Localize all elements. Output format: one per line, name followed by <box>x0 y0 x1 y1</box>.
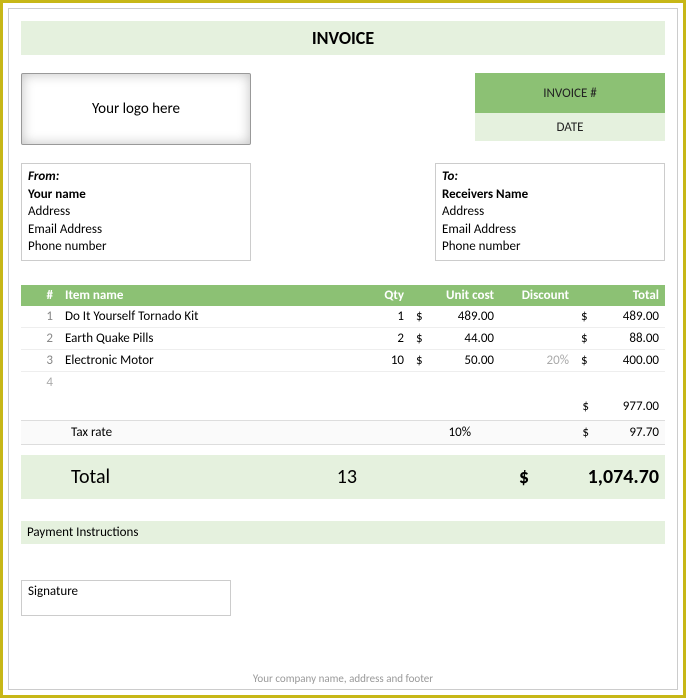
invoice-meta: INVOICE # DATE <box>475 73 665 145</box>
table-row: 1Do It Yourself Tornado Kit1$489.00$489.… <box>21 306 665 328</box>
from-box: From: Your name Address Email Address Ph… <box>21 163 251 261</box>
row-unit: $50.00 <box>410 349 500 371</box>
tax-currency: $ <box>555 425 589 440</box>
row-item: Earth Quake Pills <box>59 327 360 349</box>
from-address: Address <box>28 203 244 221</box>
table-row: 2Earth Quake Pills2$44.00$88.00 <box>21 327 665 349</box>
grand-total-row: Total 13 $ 1,074.70 <box>21 455 665 499</box>
col-discount: Discount <box>500 285 575 306</box>
to-box: To: Receivers Name Address Email Address… <box>435 163 665 261</box>
page: INVOICE Your logo here INVOICE # DATE Fr… <box>8 8 678 690</box>
from-heading: From: <box>28 168 244 186</box>
tax-row: Tax rate 10% $ 97.70 <box>21 420 665 445</box>
row-unit: $44.00 <box>410 327 500 349</box>
row-num: 1 <box>21 306 59 328</box>
col-qty: Qty <box>360 285 410 306</box>
grand-total-label: Total <box>27 465 267 489</box>
subtotal-row: $ 977.00 <box>21 393 665 420</box>
to-heading: To: <box>442 168 658 186</box>
to-address: Address <box>442 203 658 221</box>
row-num: 3 <box>21 349 59 371</box>
grand-total-currency: $ <box>479 465 529 489</box>
col-num: # <box>21 285 59 306</box>
tax-label: Tax rate <box>27 425 267 440</box>
row-total: $489.00 <box>575 306 665 328</box>
invoice-date-label: DATE <box>475 113 665 141</box>
table-row-empty: 4 <box>21 371 665 393</box>
logo-placeholder: Your logo here <box>21 73 251 145</box>
to-phone: Phone number <box>442 238 658 256</box>
to-email: Email Address <box>442 221 658 239</box>
subtotal-currency: $ <box>555 399 589 414</box>
from-phone: Phone number <box>28 238 244 256</box>
row-discount: 20% <box>500 349 575 371</box>
address-row: From: Your name Address Email Address Ph… <box>21 163 665 261</box>
page-footer: Your company name, address and footer <box>9 672 677 685</box>
row-qty: 2 <box>360 327 410 349</box>
row-discount <box>500 306 575 328</box>
grand-total-qty: 13 <box>267 465 357 489</box>
col-item: Item name <box>59 285 360 306</box>
to-name: Receivers Name <box>442 186 658 204</box>
tax-value: 97.70 <box>589 425 659 440</box>
signature-box: Signature <box>21 580 231 616</box>
row-total: $88.00 <box>575 327 665 349</box>
row-num: 2 <box>21 327 59 349</box>
row-discount <box>500 327 575 349</box>
row-total: $400.00 <box>575 349 665 371</box>
invoice-number-label: INVOICE # <box>475 73 665 113</box>
row-item: Do It Yourself Tornado Kit <box>59 306 360 328</box>
tax-rate: 10% <box>267 425 555 440</box>
items-header-row: # Item name Qty Unit cost Discount Total <box>21 285 665 306</box>
col-unit: Unit cost <box>410 285 500 306</box>
header-row: Your logo here INVOICE # DATE <box>21 73 665 145</box>
row-item: Electronic Motor <box>59 349 360 371</box>
document-title: INVOICE <box>21 21 665 55</box>
subtotal-value: 977.00 <box>589 399 659 414</box>
row-unit: $489.00 <box>410 306 500 328</box>
grand-total-value: 1,074.70 <box>529 465 659 489</box>
row-qty: 1 <box>360 306 410 328</box>
from-name: Your name <box>28 186 244 204</box>
from-email: Email Address <box>28 221 244 239</box>
col-total: Total <box>575 285 665 306</box>
page-border: INVOICE Your logo here INVOICE # DATE Fr… <box>0 0 686 698</box>
items-table: # Item name Qty Unit cost Discount Total… <box>21 285 665 393</box>
table-row: 3Electronic Motor10$50.0020%$400.00 <box>21 349 665 371</box>
row-qty: 10 <box>360 349 410 371</box>
payment-instructions: Payment Instructions <box>21 521 665 544</box>
